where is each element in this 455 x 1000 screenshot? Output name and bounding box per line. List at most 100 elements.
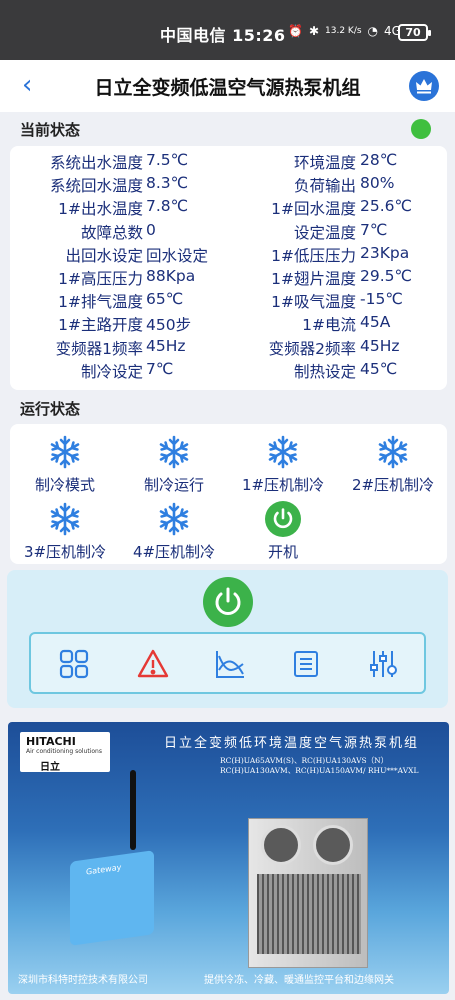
status-label: 环境温度 [293, 154, 356, 172]
app-header: ‹ 日立全变频低温空气源热泵机组 [0, 60, 455, 112]
online-indicator [411, 119, 431, 139]
status-value: 450步 [146, 316, 192, 335]
status-label: 1#翅片温度 [271, 270, 356, 288]
status-label: 故障总数 [80, 223, 143, 242]
status-label: 设定温度 [293, 223, 356, 242]
status-row: 1#排气温度 65℃ 1#吸气温度 -15℃ [10, 290, 447, 313]
status-label: 1#吸气温度 [271, 293, 356, 312]
run-status-item: 开机 [228, 501, 338, 562]
run-status-label: 2#压机制冷 [351, 476, 435, 494]
alarm-icon: ⏰ [288, 24, 303, 38]
status-label: 变频器2频率 [268, 339, 356, 358]
warning-icon[interactable] [137, 648, 169, 680]
antenna-image [130, 770, 136, 850]
status-label: 出回水设定 [65, 246, 143, 265]
network-speed: 13.2 K/s [325, 26, 362, 36]
status-icons: ⏰ ✱ 13.2 K/s ◔ 4G [288, 24, 401, 38]
run-card: 制冷模式 制冷运行 1#压机制冷 2#压机制冷 3#压机制冷 4#压机制冷 开机 [10, 424, 447, 564]
banner-title: 日立全变频低环境温度空气源热泵机组 [164, 736, 420, 751]
status-row: 故障总数 0 设定温度 7℃ [10, 221, 447, 244]
snowflake-icon [156, 501, 192, 537]
chart-icon[interactable] [214, 648, 246, 680]
status-label: 制热设定 [293, 362, 356, 381]
status-row: 系统回水温度 8.3℃ 负荷输出 80% [10, 174, 447, 197]
status-value: 45℃ [360, 359, 398, 378]
section-running-status: 运行状态 [20, 400, 81, 418]
status-label: 负荷输出 [293, 177, 356, 196]
snowflake-icon [156, 434, 192, 470]
status-label: 系统出水温度 [49, 154, 143, 172]
status-value: 80% [360, 174, 395, 193]
status-label: 1#低压压力 [271, 246, 356, 265]
status-label: 制冷设定 [80, 362, 143, 381]
status-value: 7.8℃ [146, 197, 189, 216]
battery-indicator: 70 [398, 24, 431, 41]
status-value: 23Kpa [360, 243, 410, 262]
status-value: 28℃ [360, 151, 398, 169]
status-value: 7.5℃ [146, 151, 189, 169]
run-status-item: 1#压机制冷 [228, 434, 338, 495]
run-status-item: 2#压机制冷 [338, 434, 448, 495]
carrier-time: 中国电信 15:26 [160, 26, 286, 45]
hitachi-logo: HITACHI Air conditioning solutions 日立 [20, 732, 110, 773]
toolbar [29, 632, 426, 694]
status-value: 29.5℃ [360, 267, 412, 285]
status-row: 1#出水温度 7.8℃ 1#回水温度 25.6℃ [10, 197, 447, 220]
banner-models: RC(H)UA65AVM(S)、RC(H)UA130AVS（N） RC(H)UA… [220, 756, 419, 775]
status-value: 45A [360, 313, 391, 332]
status-value: -15℃ [360, 290, 403, 309]
banner-company: 深圳市科特时控技术有限公司 [18, 975, 148, 986]
status-label: 1#高压压力 [58, 270, 143, 288]
banner-slogan: 提供冷冻、冷藏、暖通监控平台和边缘网关 [204, 975, 394, 986]
status-value: 25.6℃ [360, 197, 412, 216]
run-status-label: 3#压机制冷 [23, 543, 107, 561]
status-bar: 中国电信 15:26 ⏰ ✱ 13.2 K/s ◔ 4G 70 [0, 0, 455, 60]
status-row: 1#高压压力 88Kpa 1#翅片温度 29.5℃ [10, 267, 447, 290]
snowflake-icon [375, 434, 411, 470]
status-value: 45Hz [360, 336, 400, 355]
run-status-label: 制冷运行 [143, 476, 204, 494]
ad-banner[interactable]: HITACHI Air conditioning solutions 日立 日立… [8, 722, 449, 994]
status-label: 1#回水温度 [271, 200, 356, 219]
heat-pump-unit-image [248, 818, 368, 968]
status-row: 1#主路开度 450步 1#电流 45A [10, 313, 447, 336]
crown-icon[interactable] [409, 71, 439, 101]
run-status-label: 制冷模式 [34, 476, 95, 494]
run-status-label: 4#压机制冷 [132, 543, 216, 561]
status-value: 回水设定 [146, 246, 209, 265]
run-status-item: 制冷运行 [119, 434, 229, 495]
run-status-item: 3#压机制冷 [10, 501, 120, 562]
status-value: 7℃ [146, 359, 174, 378]
status-value: 65℃ [146, 290, 184, 309]
status-value: 0 [146, 220, 156, 239]
status-label: 变频器1频率 [55, 339, 143, 358]
status-value: 8.3℃ [146, 174, 189, 193]
power-icon [265, 501, 301, 537]
status-card: 系统出水温度 7.5℃ 环境温度 28℃ 系统回水温度 8.3℃ 负荷输出 80% 1#出水温度… [10, 146, 447, 390]
section-current-status: 当前状态 [20, 121, 81, 139]
status-value: 45Hz [146, 336, 186, 355]
status-label: 1#电流 [302, 316, 356, 335]
status-row: 制冷设定 7℃ 制热设定 45℃ [10, 360, 447, 383]
status-row: 出回水设定 回水设定 1#低压压力 23Kpa [10, 244, 447, 267]
status-label: 1#出水温度 [58, 200, 143, 219]
run-status-label: 开机 [267, 543, 298, 561]
bluetooth-icon: ✱ [308, 24, 320, 38]
power-button[interactable] [203, 577, 253, 627]
snowflake-icon [265, 434, 301, 470]
snowflake-icon [47, 501, 83, 537]
gateway-device-image: Gateway [70, 850, 154, 946]
page-title: 日立全变频低温空气源热泵机组 [94, 77, 361, 99]
status-label: 系统回水温度 [49, 177, 143, 196]
list-icon[interactable] [290, 648, 322, 680]
status-value: 88Kpa [146, 267, 196, 285]
sliders-icon[interactable] [367, 648, 399, 680]
status-label: 1#排气温度 [58, 293, 143, 312]
status-label: 1#主路开度 [58, 316, 143, 335]
status-value: 7℃ [360, 220, 388, 239]
status-row: 系统出水温度 7.5℃ 环境温度 28℃ [10, 151, 447, 174]
status-row: 变频器1频率 45Hz 变频器2频率 45Hz [10, 337, 447, 360]
run-status-item: 制冷模式 [10, 434, 120, 495]
wifi-icon: ◔ [367, 24, 379, 38]
grid-icon[interactable] [58, 648, 90, 680]
